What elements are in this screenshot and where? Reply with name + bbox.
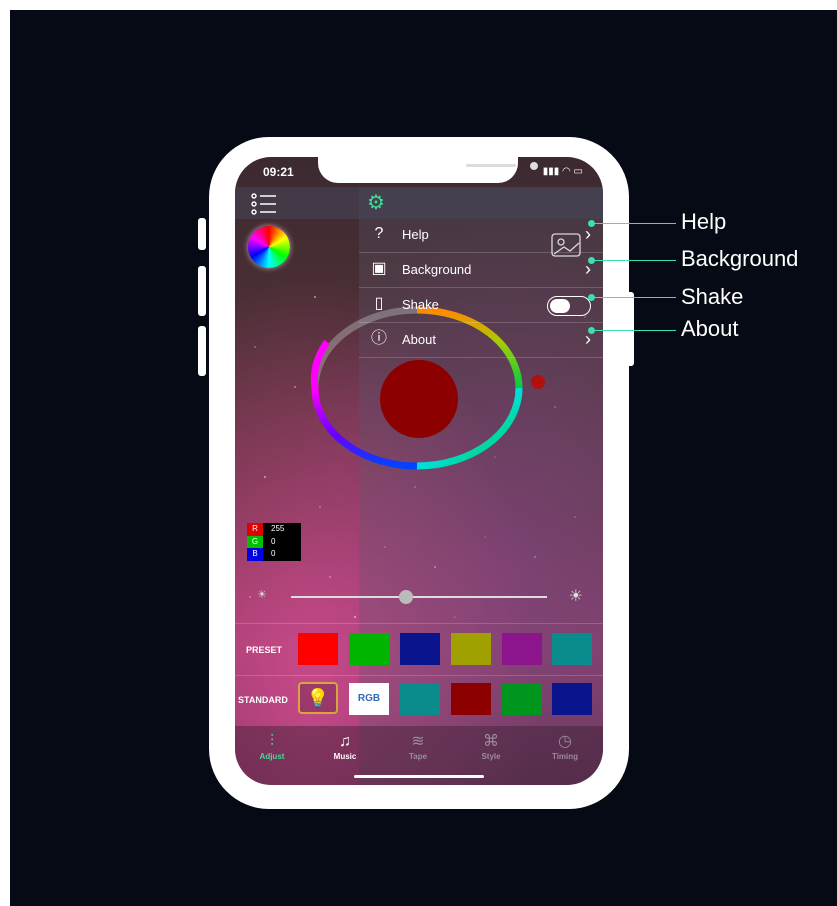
tab-timing[interactable]: ◷ Timing [535, 732, 595, 761]
timer-icon: ◷ [558, 733, 572, 750]
waves-icon: ≋ [411, 733, 425, 750]
callout-line [594, 330, 676, 331]
image-icon: ▣ [371, 260, 387, 277]
question-icon: ? [374, 225, 384, 242]
callout-line [594, 297, 676, 298]
menu-item-background[interactable]: ▣ Background › [359, 253, 603, 288]
shake-toggle[interactable] [547, 296, 591, 316]
standard-swatch[interactable] [451, 683, 491, 715]
rgb-readout: R 255 G0 B0 [247, 523, 301, 561]
current-color-preview [380, 360, 458, 438]
chevron-right-icon: › [585, 224, 591, 244]
gear-icon[interactable]: ⚙ [367, 190, 385, 215]
status-icons: ▮▮▮ ◠ ▭ [543, 166, 583, 177]
tab-adjust[interactable]: ⫶ Adjust [242, 732, 302, 761]
standard-swatch[interactable] [552, 683, 592, 715]
callout-about: About [681, 316, 739, 341]
battery-icon: ▭ [573, 166, 583, 177]
signal-icon: ▮▮▮ [542, 166, 560, 177]
menu-item-help[interactable]: ? Help › [359, 218, 603, 253]
callout-line [594, 260, 676, 261]
notch [318, 157, 538, 183]
canvas: 09:21 ▮▮▮ ◠ ▭ ⚙ ? Help › ▣ Background › … [10, 10, 837, 906]
brightness-high-icon: ☀ [568, 588, 583, 605]
brightness-slider[interactable] [291, 596, 547, 598]
green-value: 0 [263, 535, 301, 549]
preset-swatch[interactable] [552, 633, 592, 665]
tab-style[interactable]: ⌘ Style [461, 732, 521, 761]
info-icon: ⓘ [370, 330, 387, 347]
preset-swatch[interactable] [298, 633, 338, 665]
red-value: 255 [263, 523, 301, 536]
preset-label: PRESET [246, 645, 283, 655]
list-menu-icon[interactable] [251, 192, 279, 216]
tab-tape[interactable]: ≋ Tape [388, 732, 448, 761]
standard-swatch[interactable] [400, 683, 440, 715]
sliders-icon: ⫶ [269, 733, 274, 750]
command-icon: ⌘ [483, 733, 499, 750]
color-wheel-button[interactable] [248, 226, 290, 268]
ring-handle[interactable] [531, 375, 545, 389]
callout-background: Background [681, 246, 799, 271]
brightness-low-icon: ☀ [257, 589, 267, 601]
standard-swatch[interactable] [502, 683, 542, 715]
volume-up-button [198, 266, 206, 316]
preset-swatch[interactable] [502, 633, 542, 665]
music-note-icon: ♫ [339, 733, 351, 750]
divider [235, 675, 603, 676]
preset-swatch[interactable] [400, 633, 440, 665]
phone-shake-icon: ▯ [374, 295, 384, 312]
status-time: 09:21 [263, 165, 294, 179]
blue-value: 0 [263, 548, 301, 561]
phone-screen: 09:21 ▮▮▮ ◠ ▭ ⚙ ? Help › ▣ Background › … [235, 157, 603, 785]
divider [235, 623, 603, 624]
lightbulb-icon[interactable]: 💡 [298, 682, 338, 714]
rgb-button[interactable]: RGB [349, 683, 389, 715]
preset-swatch[interactable] [349, 633, 389, 665]
preset-swatch[interactable] [451, 633, 491, 665]
menu-item-shake: ▯ Shake [359, 288, 603, 323]
menu-item-about[interactable]: ⓘ About › [359, 323, 603, 358]
top-bar [235, 187, 603, 219]
volume-down-button [198, 326, 206, 376]
callout-help: Help [681, 209, 727, 234]
mute-switch [198, 218, 206, 250]
callout-line [594, 223, 676, 224]
standard-label: STANDARD [238, 695, 288, 705]
wifi-icon: ◠ [562, 166, 571, 177]
tab-music[interactable]: ♫ Music [315, 732, 375, 761]
home-indicator [354, 775, 484, 778]
callout-shake: Shake [681, 284, 744, 309]
